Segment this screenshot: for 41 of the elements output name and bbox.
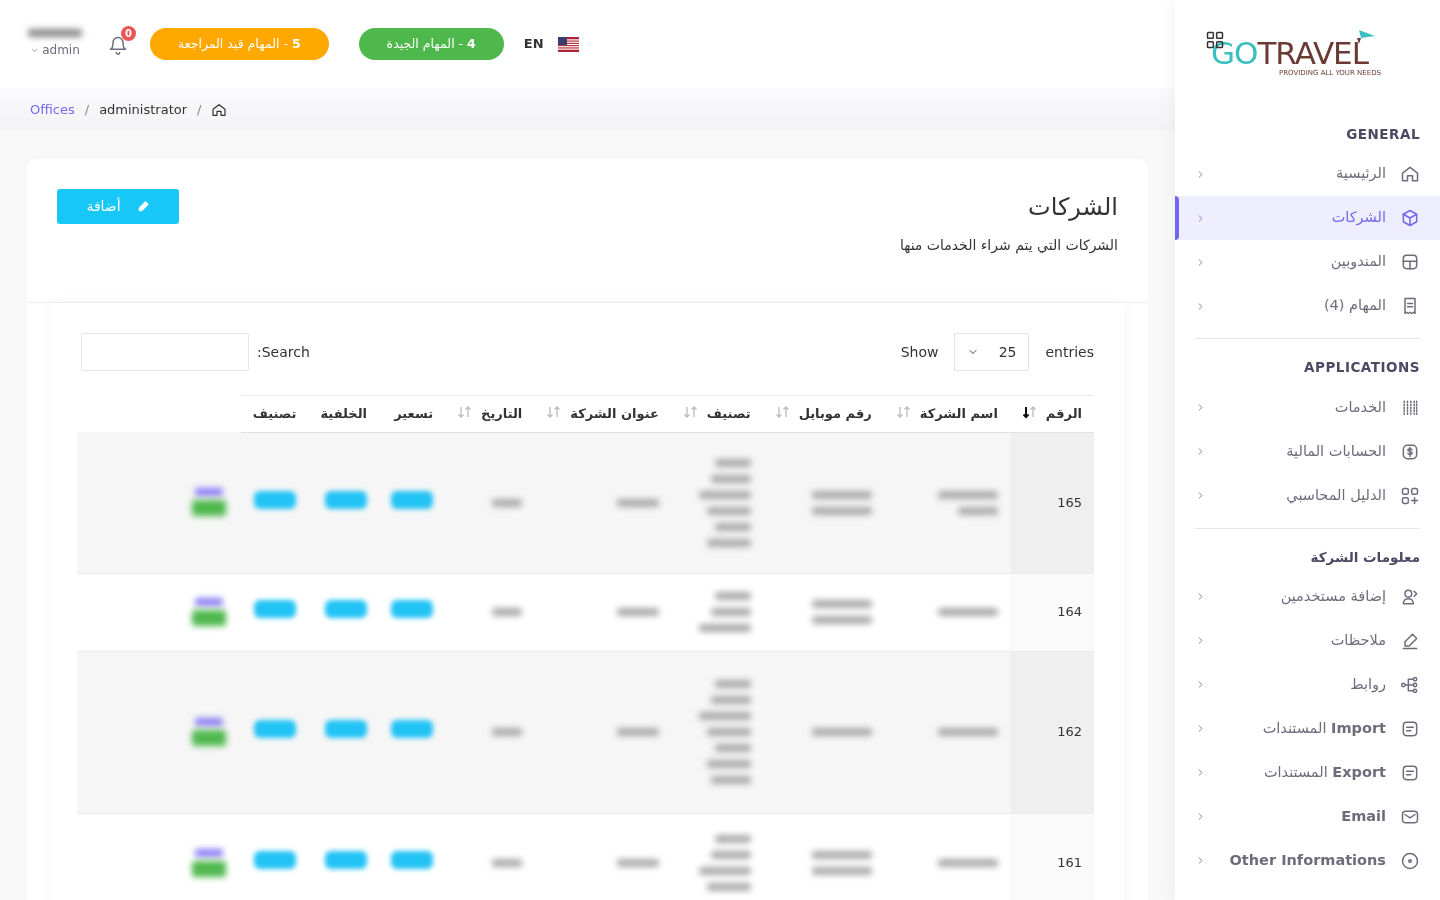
sidebar-item[interactable]: المندوبين (1175, 240, 1440, 285)
page-subtitle: الشركات التي يتم شراء الخدمات منها (899, 236, 1118, 256)
column-header[interactable]: عنوان الشركة (534, 395, 671, 432)
breadcrumb-separator: / (197, 100, 202, 119)
search-label: Search: (257, 342, 310, 362)
breadcrumb-item: administrator (99, 100, 188, 119)
sidebar-item[interactable]: Other Informations (1175, 838, 1440, 883)
section-heading: معلومات الشركة (1309, 547, 1421, 567)
sidebar-item[interactable]: الرئيسية (1175, 152, 1440, 197)
section-heading: GENERAL (1345, 125, 1421, 144)
table-cell: 164 (1009, 573, 1094, 651)
table-cell: 162 (1009, 651, 1094, 813)
column-header[interactable]: اسم الشركة (883, 395, 1010, 432)
sidebar-item[interactable]: Email (1175, 794, 1440, 839)
breadcrumb-link[interactable]: Offices (30, 99, 75, 120)
column-header[interactable]: رقم موبايل (762, 395, 884, 432)
table-cell: 161 (1009, 813, 1094, 900)
column-header[interactable]: تصنيف (240, 395, 309, 432)
table-cell: 165 (1009, 432, 1094, 573)
show-label: Show (900, 342, 939, 362)
section-heading: APPLICATIONS (1303, 358, 1421, 378)
column-header[interactable]: الخلفية (308, 395, 380, 432)
sidebar-item[interactable]: الدليل المحاسبي (1175, 473, 1440, 518)
page-title: الشركات (1027, 192, 1118, 223)
entries-label: entries (1045, 342, 1094, 362)
column-header[interactable]: تصنيف (670, 395, 763, 432)
sidebar-item[interactable]: ملاحظات (1175, 618, 1440, 663)
breadcrumb-separator: / (84, 100, 90, 119)
sidebar-item[interactable]: روابط (1175, 662, 1440, 707)
column-header[interactable]: تسعير (379, 395, 446, 432)
notification-badge: 0 (121, 25, 136, 41)
column-header[interactable]: التاريخ (445, 395, 535, 432)
sidebar-item[interactable]: الحسابات المالية (1175, 429, 1440, 474)
sidebar-item[interactable]: المهام (4) (1175, 284, 1440, 329)
user-menu[interactable]: admin (30, 41, 80, 59)
sidebar-item[interactable]: إضافة مستخدمين (1175, 574, 1440, 619)
sidebar-item[interactable]: الشركات (1175, 196, 1440, 241)
column-header[interactable]: الرقم (1009, 395, 1094, 432)
page-size-select[interactable]: 25 (954, 333, 1030, 371)
sidebar-item[interactable]: الخدمات (1175, 385, 1440, 430)
language-selector[interactable]: EN (523, 34, 544, 54)
